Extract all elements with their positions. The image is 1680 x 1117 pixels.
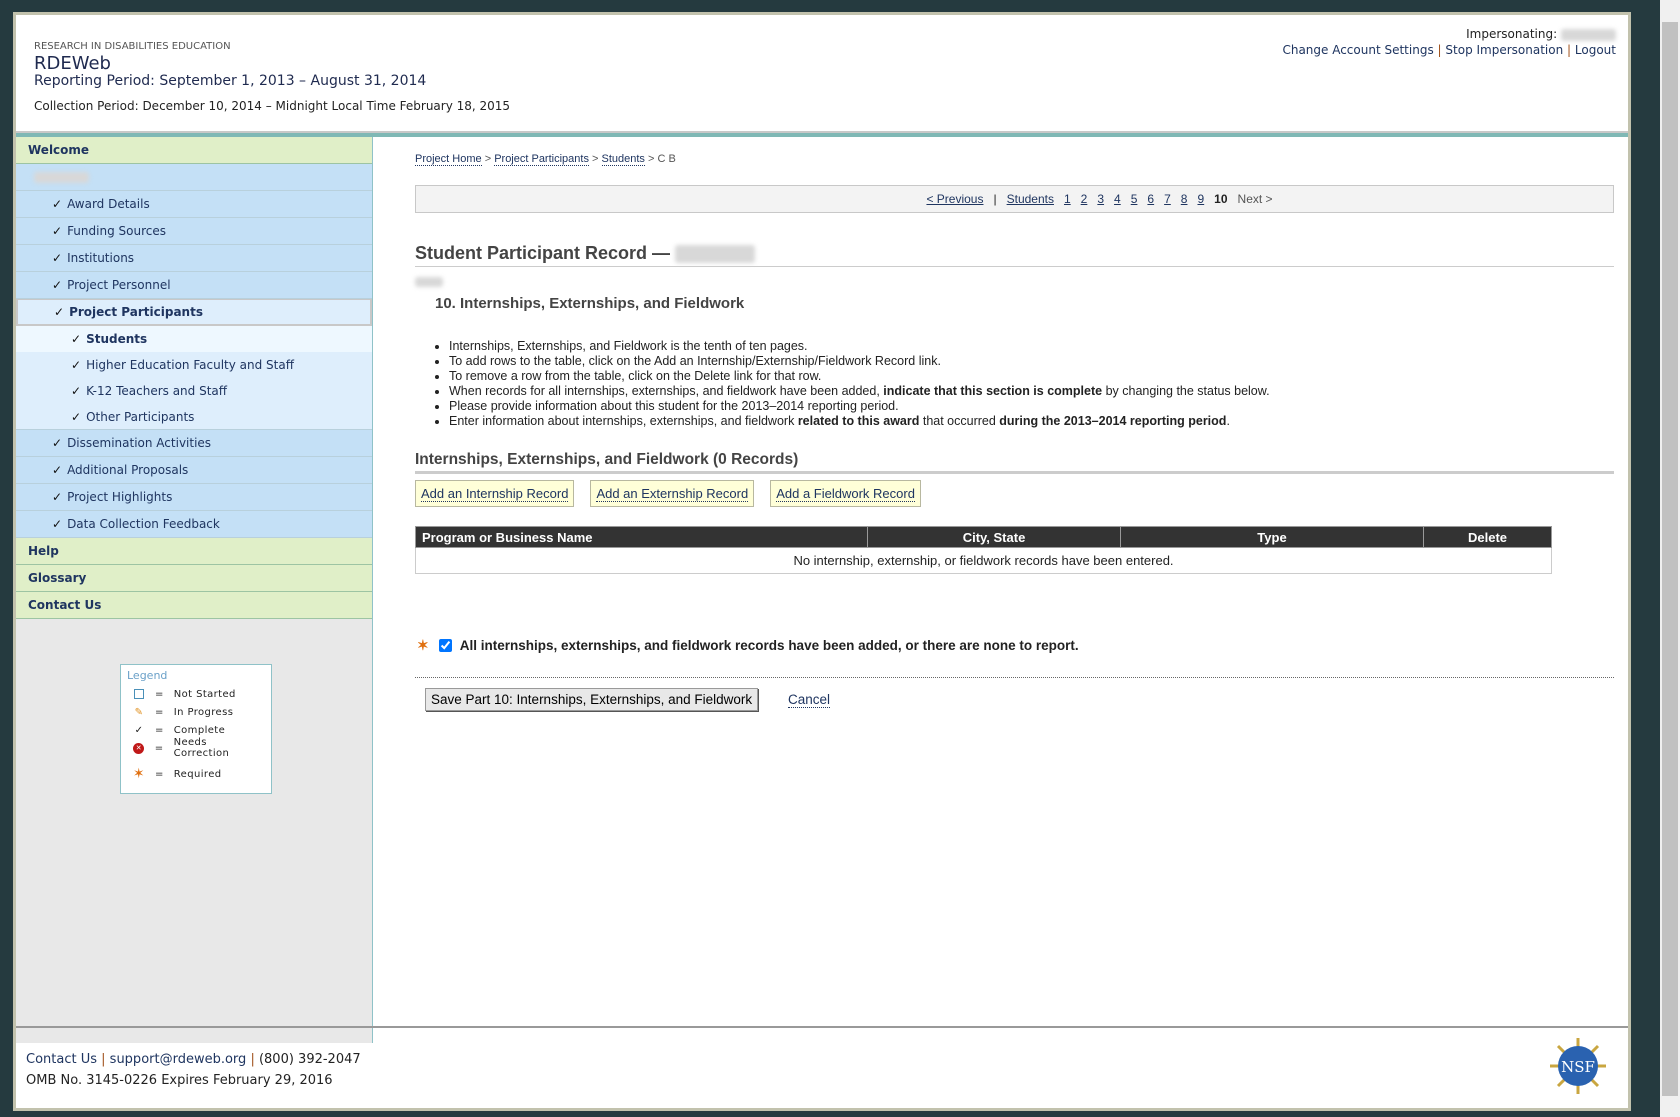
header: RESEARCH IN DISABILITIES EDUCATION RDEWe… [16, 15, 1628, 133]
page-frame: RESEARCH IN DISABILITIES EDUCATION RDEWe… [13, 12, 1631, 1111]
scrollbar-thumb[interactable] [1662, 22, 1678, 1096]
required-star-icon: ✶ [417, 637, 429, 653]
instruction-item: To remove a row from the table, click on… [449, 369, 1270, 384]
sidebar-item-project-participants[interactable]: ✓ Project Participants [16, 299, 372, 326]
pencil-icon: ✎ [134, 706, 144, 718]
section-title: 10. Internships, Externships, and Fieldw… [435, 295, 745, 312]
sidebar-item-institutions[interactable]: ✓ Institutions [16, 245, 372, 272]
current-page: 10 [1214, 192, 1228, 206]
footer-phone: (800) 392-2047 [258, 1052, 361, 1067]
page-9-link[interactable]: 9 [1197, 192, 1204, 206]
page-7-link[interactable]: 7 [1164, 192, 1171, 206]
breadcrumb-students[interactable]: Students [601, 153, 645, 166]
column-header: Program or Business Name [415, 526, 868, 548]
svg-text:NSF: NSF [1561, 1058, 1595, 1076]
instruction-item: To add rows to the table, click on the A… [449, 354, 1270, 369]
sidebar-item-help[interactable]: Help [16, 538, 372, 565]
completion-label: All internships, externships, and fieldw… [459, 638, 1079, 653]
divider [415, 677, 1614, 678]
breadcrumb: Project Home > Project Participants > St… [415, 153, 676, 166]
previous-link[interactable]: < Previous [926, 192, 983, 206]
page-3-link[interactable]: 3 [1097, 192, 1104, 206]
account-links: Impersonating: Change Account Settings |… [1282, 27, 1616, 57]
sidebar-item-award-details[interactable]: ✓ Award Details [16, 191, 372, 218]
breadcrumb-project-participants[interactable]: Project Participants [494, 153, 589, 166]
impersonating-label: Impersonating: [1466, 27, 1558, 41]
instructions-list: Internships, Externships, and Fieldwork … [435, 339, 1270, 429]
empty-table-message: No internship, externship, or fieldwork … [415, 547, 1552, 574]
records-heading: Internships, Externships, and Fieldwork … [415, 451, 1614, 474]
students-link[interactable]: Students [1007, 192, 1054, 206]
redacted-user [1561, 28, 1616, 41]
page-4-link[interactable]: 4 [1114, 192, 1121, 206]
add-internship-button[interactable]: Add an Internship Record [415, 480, 575, 507]
error-icon: ✕ [131, 742, 147, 754]
pager: < Previous | Students 1 2 3 4 5 6 7 8 9 1… [415, 185, 1614, 213]
instruction-item: When records for all internships, extern… [449, 384, 1270, 399]
page-6-link[interactable]: 6 [1147, 192, 1154, 206]
sidebar-item-additional-proposals[interactable]: ✓ Additional Proposals [16, 457, 372, 484]
footer-email-link[interactable]: support@rdeweb.org [110, 1052, 247, 1067]
org-name: RESEARCH IN DISABILITIES EDUCATION [34, 41, 231, 52]
breadcrumb-current: C B [657, 153, 676, 165]
sidebar-item-glossary[interactable]: Glossary [16, 565, 372, 592]
page-title: Student Participant Record — [415, 243, 1614, 288]
footer-contact-link[interactable]: Contact Us [26, 1052, 97, 1067]
column-header: City, State [867, 526, 1121, 548]
logout-link[interactable]: Logout [1575, 43, 1616, 57]
sidebar-item-contact-us[interactable]: Contact Us [16, 592, 372, 619]
sidebar: Welcome ✓ Award Details ✓ Funding Sources … [16, 137, 373, 1043]
sidebar-item-other-participants[interactable]: ✓ Other Participants [16, 404, 372, 430]
page-2-link[interactable]: 2 [1081, 192, 1088, 206]
cancel-link[interactable]: Cancel [788, 692, 831, 708]
footer: Contact Us | support@rdeweb.org | (800) … [16, 1026, 1628, 1108]
sidebar-item-project-highlights[interactable]: ✓ Project Highlights [16, 484, 372, 511]
completion-row: ✶ All internships, externships, and fiel… [417, 637, 1079, 654]
instruction-item: Internships, Externships, and Fieldwork … [449, 339, 1270, 354]
sidebar-item-students[interactable]: ✓ Students [16, 326, 372, 352]
legend-row: ✕ = Needs Correction [127, 737, 265, 759]
omb-notice: OMB No. 3145-0226 Expires February 29, 2… [26, 1073, 333, 1088]
page-8-link[interactable]: 8 [1181, 192, 1188, 206]
page-1-link[interactable]: 1 [1064, 192, 1071, 206]
add-fieldwork-button[interactable]: Add a Fieldwork Record [770, 480, 921, 507]
legend: Legend = Not Started ✎ = In Progress ✓ = Comp… [120, 664, 272, 794]
next-link: Next > [1237, 192, 1273, 206]
check-icon: ✓ [134, 724, 144, 736]
collection-period: Collection Period: December 10, 2014 – M… [34, 99, 511, 113]
legend-row: ✶ = Required [132, 766, 222, 782]
app-title: RDEWeb [34, 53, 111, 74]
not-started-icon [134, 689, 144, 699]
change-account-settings-link[interactable]: Change Account Settings [1282, 43, 1433, 57]
section-complete-checkbox[interactable] [438, 639, 452, 652]
reporting-period: Reporting Period: September 1, 2013 – Au… [34, 73, 427, 89]
sidebar-item-higher-ed-faculty[interactable]: ✓ Higher Education Faculty and Staff [16, 352, 372, 378]
nsf-logo: NSF [1550, 1038, 1606, 1094]
legend-row: = Not Started [127, 685, 265, 703]
breadcrumb-project-home[interactable]: Project Home [415, 153, 482, 166]
add-externship-button[interactable]: Add an Externship Record [590, 480, 755, 507]
sidebar-item-k12-teachers[interactable]: ✓ K-12 Teachers and Staff [16, 378, 372, 404]
save-button[interactable]: Save Part 10: Internships, Externships, … [425, 688, 759, 711]
legend-row: ✎ = In Progress [127, 703, 265, 721]
stop-impersonation-link[interactable]: Stop Impersonation [1445, 43, 1563, 57]
add-record-buttons: Add an Internship Record Add an Externsh… [415, 480, 921, 507]
scrollbar[interactable] [1660, 0, 1680, 1117]
column-header: Type [1120, 526, 1424, 548]
sidebar-item-funding-sources[interactable]: ✓ Funding Sources [16, 218, 372, 245]
page-5-link[interactable]: 5 [1131, 192, 1138, 206]
sidebar-item-project[interactable] [16, 164, 372, 191]
sidebar-item-dissemination[interactable]: ✓ Dissemination Activities [16, 430, 372, 457]
legend-title: Legend [127, 669, 168, 682]
instruction-item: Please provide information about this st… [449, 399, 1270, 414]
sidebar-item-project-personnel[interactable]: ✓ Project Personnel [16, 272, 372, 299]
sidebar-item-welcome[interactable]: Welcome [16, 137, 372, 164]
records-table: Program or Business Name City, State Typ… [415, 526, 1552, 574]
sidebar-item-data-collection-feedback[interactable]: ✓ Data Collection Feedback [16, 511, 372, 538]
column-header: Delete [1423, 526, 1552, 548]
required-star-icon: ✶ [132, 766, 146, 782]
instruction-item: Enter information about internships, ext… [449, 414, 1270, 429]
